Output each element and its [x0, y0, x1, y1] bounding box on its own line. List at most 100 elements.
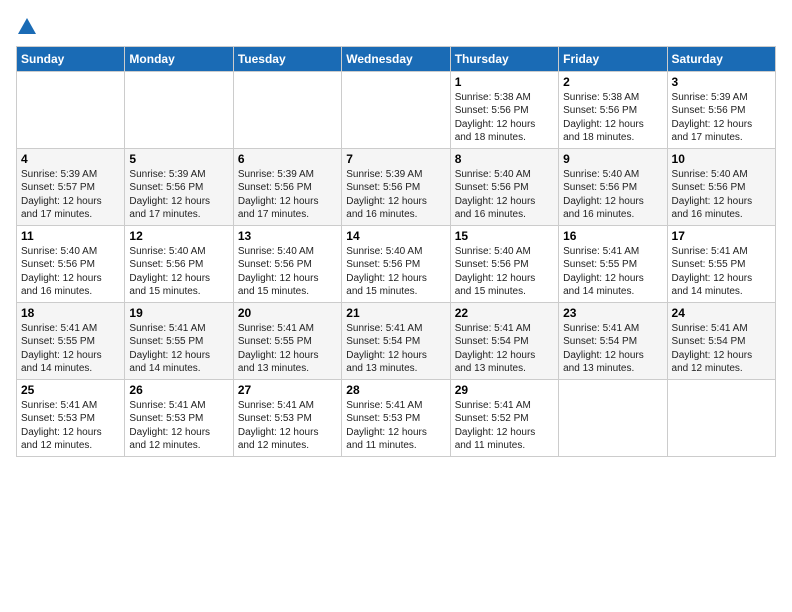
day-number: 19 [129, 306, 228, 320]
day-info: Sunrise: 5:41 AM Sunset: 5:54 PM Dayligh… [455, 322, 554, 376]
calendar-cell: 11 Sunrise: 5:40 AM Sunset: 5:56 PM Dayli… [17, 225, 125, 302]
calendar-cell: 16 Sunrise: 5:41 AM Sunset: 5:55 PM Dayli… [559, 225, 667, 302]
calendar-cell [125, 71, 233, 148]
day-number: 14 [346, 229, 445, 243]
calendar-week-2: 4 Sunrise: 5:39 AM Sunset: 5:57 PM Daylig… [17, 148, 776, 225]
calendar-header-wednesday: Wednesday [342, 46, 450, 71]
day-number: 11 [21, 229, 120, 243]
day-info: Sunrise: 5:41 AM Sunset: 5:54 PM Dayligh… [563, 322, 662, 376]
calendar-cell: 2 Sunrise: 5:38 AM Sunset: 5:56 PM Daylig… [559, 71, 667, 148]
calendar-body: 1 Sunrise: 5:38 AM Sunset: 5:56 PM Daylig… [17, 71, 776, 456]
calendar-week-3: 11 Sunrise: 5:40 AM Sunset: 5:56 PM Dayli… [17, 225, 776, 302]
calendar-cell: 23 Sunrise: 5:41 AM Sunset: 5:54 PM Dayli… [559, 302, 667, 379]
day-info: Sunrise: 5:39 AM Sunset: 5:57 PM Dayligh… [21, 168, 120, 222]
calendar-cell: 7 Sunrise: 5:39 AM Sunset: 5:56 PM Daylig… [342, 148, 450, 225]
calendar-cell: 15 Sunrise: 5:40 AM Sunset: 5:56 PM Dayli… [450, 225, 558, 302]
calendar-cell: 27 Sunrise: 5:41 AM Sunset: 5:53 PM Dayli… [233, 379, 341, 456]
day-info: Sunrise: 5:41 AM Sunset: 5:55 PM Dayligh… [672, 245, 771, 299]
day-info: Sunrise: 5:41 AM Sunset: 5:54 PM Dayligh… [346, 322, 445, 376]
calendar-cell [667, 379, 775, 456]
day-info: Sunrise: 5:40 AM Sunset: 5:56 PM Dayligh… [346, 245, 445, 299]
day-info: Sunrise: 5:40 AM Sunset: 5:56 PM Dayligh… [455, 168, 554, 222]
calendar-cell [559, 379, 667, 456]
day-info: Sunrise: 5:38 AM Sunset: 5:56 PM Dayligh… [455, 91, 554, 145]
day-number: 2 [563, 75, 662, 89]
day-number: 4 [21, 152, 120, 166]
day-info: Sunrise: 5:38 AM Sunset: 5:56 PM Dayligh… [563, 91, 662, 145]
calendar-header-tuesday: Tuesday [233, 46, 341, 71]
day-number: 17 [672, 229, 771, 243]
calendar-cell: 18 Sunrise: 5:41 AM Sunset: 5:55 PM Dayli… [17, 302, 125, 379]
calendar-cell: 10 Sunrise: 5:40 AM Sunset: 5:56 PM Dayli… [667, 148, 775, 225]
calendar-cell [233, 71, 341, 148]
calendar-week-5: 25Sunrise: 5:41 AM Sunset: 5:53 PM Dayli… [17, 379, 776, 456]
calendar-cell: 9 Sunrise: 5:40 AM Sunset: 5:56 PM Daylig… [559, 148, 667, 225]
calendar-cell: 5 Sunrise: 5:39 AM Sunset: 5:56 PM Daylig… [125, 148, 233, 225]
day-number: 5 [129, 152, 228, 166]
day-number: 22 [455, 306, 554, 320]
day-info: Sunrise: 5:39 AM Sunset: 5:56 PM Dayligh… [672, 91, 771, 145]
calendar-cell: 26 Sunrise: 5:41 AM Sunset: 5:53 PM Dayli… [125, 379, 233, 456]
day-number: 9 [563, 152, 662, 166]
calendar-cell: 29Sunrise: 5:41 AM Sunset: 5:52 PM Dayli… [450, 379, 558, 456]
calendar-cell: 4 Sunrise: 5:39 AM Sunset: 5:57 PM Daylig… [17, 148, 125, 225]
calendar-cell [17, 71, 125, 148]
calendar-cell: 25Sunrise: 5:41 AM Sunset: 5:53 PM Dayli… [17, 379, 125, 456]
day-number: 26 [129, 383, 228, 397]
day-info: Sunrise: 5:41 AM Sunset: 5:52 PM Dayligh… [455, 399, 554, 453]
day-info: Sunrise: 5:40 AM Sunset: 5:56 PM Dayligh… [563, 168, 662, 222]
day-number: 23 [563, 306, 662, 320]
calendar-cell: 8 Sunrise: 5:40 AM Sunset: 5:56 PM Daylig… [450, 148, 558, 225]
day-number: 13 [238, 229, 337, 243]
calendar-header-monday: Monday [125, 46, 233, 71]
day-number: 1 [455, 75, 554, 89]
calendar-cell: 6Sunrise: 5:39 AM Sunset: 5:56 PM Daylig… [233, 148, 341, 225]
day-number: 15 [455, 229, 554, 243]
day-number: 10 [672, 152, 771, 166]
day-info: Sunrise: 5:39 AM Sunset: 5:56 PM Dayligh… [346, 168, 445, 222]
calendar-header-thursday: Thursday [450, 46, 558, 71]
day-number: 12 [129, 229, 228, 243]
calendar-cell: 24Sunrise: 5:41 AM Sunset: 5:54 PM Dayli… [667, 302, 775, 379]
day-number: 6 [238, 152, 337, 166]
day-info: Sunrise: 5:41 AM Sunset: 5:53 PM Dayligh… [21, 399, 120, 453]
calendar-cell: 13 Sunrise: 5:40 AM Sunset: 5:56 PM Dayli… [233, 225, 341, 302]
calendar-cell: 14 Sunrise: 5:40 AM Sunset: 5:56 PM Dayli… [342, 225, 450, 302]
calendar-cell: 22 Sunrise: 5:41 AM Sunset: 5:54 PM Dayli… [450, 302, 558, 379]
day-info: Sunrise: 5:41 AM Sunset: 5:55 PM Dayligh… [129, 322, 228, 376]
day-info: Sunrise: 5:41 AM Sunset: 5:53 PM Dayligh… [129, 399, 228, 453]
calendar-cell: 19 Sunrise: 5:41 AM Sunset: 5:55 PM Dayli… [125, 302, 233, 379]
day-info: Sunrise: 5:41 AM Sunset: 5:55 PM Dayligh… [21, 322, 120, 376]
page-header [16, 16, 776, 36]
day-info: Sunrise: 5:41 AM Sunset: 5:55 PM Dayligh… [238, 322, 337, 376]
day-number: 8 [455, 152, 554, 166]
calendar-week-1: 1 Sunrise: 5:38 AM Sunset: 5:56 PM Daylig… [17, 71, 776, 148]
calendar-cell: 28 Sunrise: 5:41 AM Sunset: 5:53 PM Dayli… [342, 379, 450, 456]
day-info: Sunrise: 5:40 AM Sunset: 5:56 PM Dayligh… [455, 245, 554, 299]
day-number: 27 [238, 383, 337, 397]
calendar-cell: 12 Sunrise: 5:40 AM Sunset: 5:56 PM Dayli… [125, 225, 233, 302]
calendar-week-4: 18 Sunrise: 5:41 AM Sunset: 5:55 PM Dayli… [17, 302, 776, 379]
calendar-cell: 20Sunrise: 5:41 AM Sunset: 5:55 PM Dayli… [233, 302, 341, 379]
day-info: Sunrise: 5:41 AM Sunset: 5:55 PM Dayligh… [563, 245, 662, 299]
day-number: 16 [563, 229, 662, 243]
calendar-header-row: SundayMondayTuesdayWednesdayThursdayFrid… [17, 46, 776, 71]
day-number: 7 [346, 152, 445, 166]
day-info: Sunrise: 5:40 AM Sunset: 5:56 PM Dayligh… [129, 245, 228, 299]
calendar-header-sunday: Sunday [17, 46, 125, 71]
calendar-cell: 3 Sunrise: 5:39 AM Sunset: 5:56 PM Daylig… [667, 71, 775, 148]
calendar-header-friday: Friday [559, 46, 667, 71]
day-info: Sunrise: 5:40 AM Sunset: 5:56 PM Dayligh… [672, 168, 771, 222]
calendar-cell: 1 Sunrise: 5:38 AM Sunset: 5:56 PM Daylig… [450, 71, 558, 148]
day-info: Sunrise: 5:40 AM Sunset: 5:56 PM Dayligh… [238, 245, 337, 299]
calendar-header-saturday: Saturday [667, 46, 775, 71]
day-info: Sunrise: 5:39 AM Sunset: 5:56 PM Dayligh… [129, 168, 228, 222]
day-number: 3 [672, 75, 771, 89]
day-info: Sunrise: 5:40 AM Sunset: 5:56 PM Dayligh… [21, 245, 120, 299]
day-number: 28 [346, 383, 445, 397]
calendar-cell [342, 71, 450, 148]
day-number: 21 [346, 306, 445, 320]
day-info: Sunrise: 5:41 AM Sunset: 5:53 PM Dayligh… [238, 399, 337, 453]
day-info: Sunrise: 5:41 AM Sunset: 5:53 PM Dayligh… [346, 399, 445, 453]
day-number: 18 [21, 306, 120, 320]
